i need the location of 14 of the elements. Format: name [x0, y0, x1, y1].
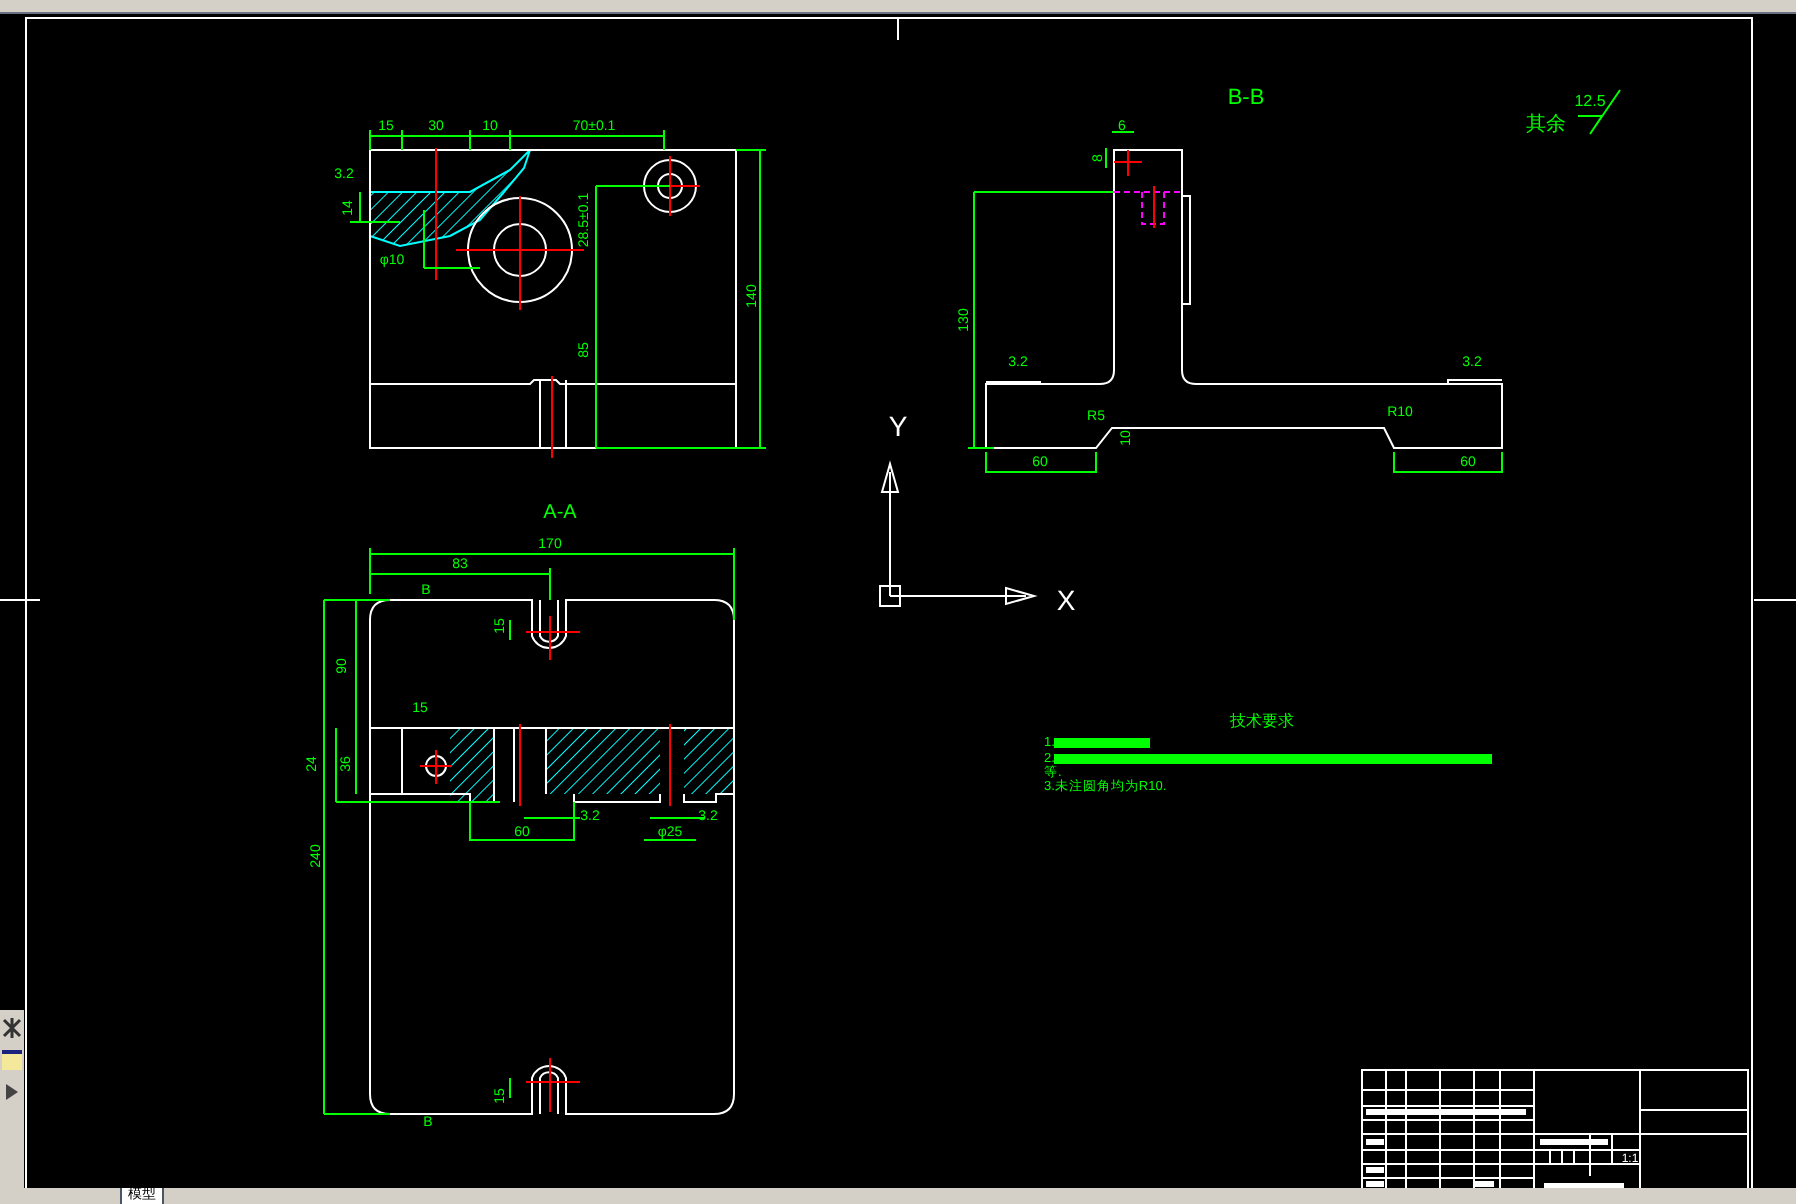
arrow-icon[interactable] [4, 1082, 20, 1102]
roughness-symbol-icon [1577, 89, 1621, 135]
view-title: A-A [543, 502, 577, 524]
axis-label: Y [888, 410, 908, 442]
notes-heading: 技术要求 [1230, 712, 1294, 730]
ucs-origin-icon [879, 585, 901, 607]
view-title: B-B [1227, 86, 1265, 110]
y-axis-arrow [881, 460, 899, 597]
layer-swatch[interactable] [2, 1050, 22, 1070]
roughness-value: 12.5 [1574, 92, 1606, 110]
roughness-note: 其余 [1526, 114, 1566, 136]
axis-label: X [1056, 584, 1076, 616]
tool-icon[interactable] [2, 1018, 22, 1038]
redacted-bar [1054, 738, 1150, 748]
